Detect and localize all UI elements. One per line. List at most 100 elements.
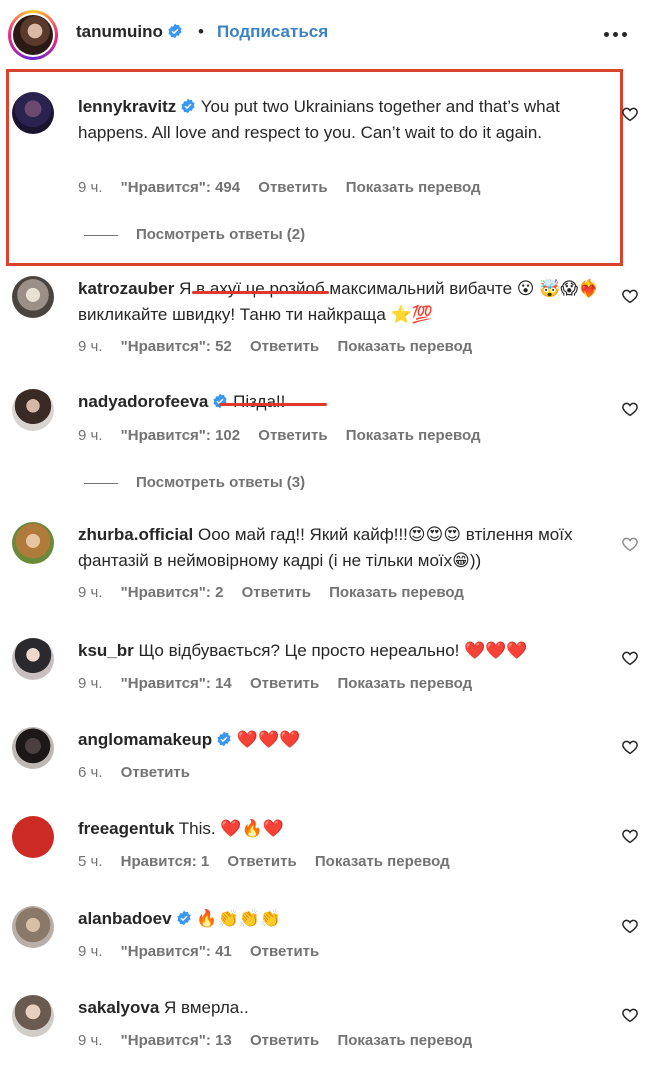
translate-button[interactable]: Показать перевод [337, 675, 472, 692]
translate-button[interactable]: Показать перевод [337, 1032, 472, 1049]
commenter-avatar[interactable] [12, 522, 54, 564]
likes-count[interactable]: Нравится: 1 [121, 853, 210, 870]
commenter-username[interactable]: alanbadoev [78, 909, 172, 928]
likes-count[interactable]: "Нравится": 13 [121, 1032, 232, 1049]
struck-text-content: Піздa!! [233, 392, 286, 411]
reply-button[interactable]: Ответить [258, 179, 327, 196]
comment-meta: 9 ч. "Нравится": 494 Ответить Показать п… [78, 179, 495, 196]
like-heart-icon[interactable] [621, 917, 639, 935]
comment-time: 9 ч. [78, 1032, 103, 1049]
view-replies-button[interactable]: Посмотреть ответы (3) [84, 474, 305, 491]
commenter-username[interactable]: anglomamakeup [78, 730, 212, 749]
reply-button[interactable]: Ответить [227, 853, 296, 870]
comment-text-block: nadyadorofeeva Піздa!! [78, 389, 608, 415]
comment-text-block: alanbadoev 🔥👏👏👏 [78, 906, 608, 932]
view-replies-label[interactable]: Посмотреть ответы (2) [136, 226, 305, 243]
commenter-avatar[interactable] [12, 995, 54, 1037]
replies-line [84, 234, 118, 236]
commenter-username[interactable]: lennykravitz [78, 97, 176, 116]
more-options-icon[interactable] [604, 24, 630, 44]
like-heart-icon[interactable] [621, 1006, 639, 1024]
like-heart-icon[interactable] [621, 827, 639, 845]
author-username-text[interactable]: tanumuino [76, 22, 163, 41]
verified-badge-icon [176, 910, 191, 926]
comment-time: 9 ч. [78, 584, 103, 601]
post-header: tanumuino • Подписаться [0, 0, 658, 68]
translate-button[interactable]: Показать перевод [346, 179, 481, 196]
commenter-username[interactable]: ksu_br [78, 641, 134, 660]
commenter-avatar[interactable] [12, 727, 54, 769]
reply-button[interactable]: Ответить [250, 943, 319, 960]
likes-count[interactable]: "Нравится": 41 [121, 943, 232, 960]
comment-meta: 9 ч. "Нравится": 41 Ответить [78, 943, 333, 960]
likes-count[interactable]: "Нравится": 102 [121, 427, 240, 444]
comment-meta: 9 ч. "Нравится": 52 Ответить Показать пе… [78, 338, 486, 355]
follow-button[interactable]: Подписаться [217, 22, 328, 42]
commenter-username[interactable]: zhurba.official [78, 525, 193, 544]
comment-text-block: zhurba.official Ооо май гад!! Який кайф!… [78, 522, 608, 574]
commenter-avatar[interactable] [12, 638, 54, 680]
reply-button[interactable]: Ответить [250, 1032, 319, 1049]
translate-button[interactable]: Показать перевод [329, 584, 464, 601]
view-replies-button[interactable]: Посмотреть ответы (2) [84, 226, 305, 243]
header-separator: • [198, 22, 204, 41]
struck-text-content: в ахуї це розйоб [196, 279, 325, 298]
like-heart-icon[interactable] [621, 105, 639, 123]
comment-time: 9 ч. [78, 427, 103, 444]
comment-meta: 6 ч. Ответить [78, 764, 204, 781]
comment-body: 🔥👏👏👏 [196, 909, 281, 928]
view-replies-label[interactable]: Посмотреть ответы (3) [136, 474, 305, 491]
comment-text-block: katrozauber Я в ахуї це розйоб максималь… [78, 276, 608, 328]
comment-time: 5 ч. [78, 853, 103, 870]
struck-text: Піздa!! [219, 392, 328, 411]
commenter-avatar[interactable] [12, 816, 54, 858]
comment-meta: 9 ч. "Нравится": 102 Ответить Показать п… [78, 427, 495, 444]
comment-time: 9 ч. [78, 179, 103, 196]
comment-time: 9 ч. [78, 943, 103, 960]
reply-button[interactable]: Ответить [250, 338, 319, 355]
commenter-avatar[interactable] [12, 389, 54, 431]
reply-button[interactable]: Ответить [242, 584, 311, 601]
commenter-avatar[interactable] [12, 276, 54, 318]
comment-time: 9 ч. [78, 338, 103, 355]
replies-line [84, 482, 118, 484]
reply-button[interactable]: Ответить [258, 427, 327, 444]
translate-button[interactable]: Показать перевод [315, 853, 450, 870]
comment-body: Я вмерла.. [164, 998, 249, 1017]
censor-strike [192, 291, 329, 294]
reply-button[interactable]: Ответить [250, 675, 319, 692]
reply-button[interactable]: Ответить [121, 764, 190, 781]
like-heart-icon[interactable] [621, 738, 639, 756]
commenter-username[interactable]: sakalyova [78, 998, 159, 1017]
translate-button[interactable]: Показать перевод [346, 427, 481, 444]
likes-count[interactable]: "Нравится": 14 [121, 675, 232, 692]
comment-meta: 5 ч. Нравится: 1 Ответить Показать перев… [78, 853, 464, 870]
comment-text-block: lennykravitz You put two Ukrainians toge… [78, 94, 608, 146]
commenter-username[interactable]: nadyadorofeeva [78, 392, 208, 411]
likes-count[interactable]: "Нравится": 494 [121, 179, 240, 196]
author-username[interactable]: tanumuino [76, 22, 183, 42]
like-heart-icon[interactable] [621, 535, 639, 553]
commenter-avatar[interactable] [12, 92, 54, 134]
comment-text-block: ksu_br Що відбувається? Це просто нереал… [78, 638, 608, 664]
verified-badge-icon [217, 731, 231, 747]
commenter-username[interactable]: freeagentuk [78, 819, 174, 838]
comment-time: 6 ч. [78, 764, 103, 781]
author-avatar[interactable] [8, 10, 58, 60]
like-heart-icon[interactable] [621, 287, 639, 305]
struck-text: в ахуї це розйоб [192, 279, 329, 298]
comment-body: This. ❤️🔥❤️ [178, 819, 284, 838]
comment-meta: 9 ч. "Нравится": 2 Ответить Показать пер… [78, 584, 478, 601]
likes-count[interactable]: "Нравится": 2 [121, 584, 224, 601]
comment-body: ❤️❤️❤️ [236, 730, 301, 749]
commenter-avatar[interactable] [12, 906, 54, 948]
comment-text-block: sakalyova Я вмерла.. [78, 995, 608, 1021]
comment-text-block: freeagentuk This. ❤️🔥❤️ [78, 816, 608, 842]
translate-button[interactable]: Показать перевод [337, 338, 472, 355]
like-heart-icon[interactable] [621, 400, 639, 418]
commenter-username[interactable]: katrozauber [78, 279, 174, 298]
like-heart-icon[interactable] [621, 649, 639, 667]
likes-count[interactable]: "Нравится": 52 [121, 338, 232, 355]
comment-time: 9 ч. [78, 675, 103, 692]
comment-text-block: anglomamakeup ❤️❤️❤️ [78, 727, 608, 753]
